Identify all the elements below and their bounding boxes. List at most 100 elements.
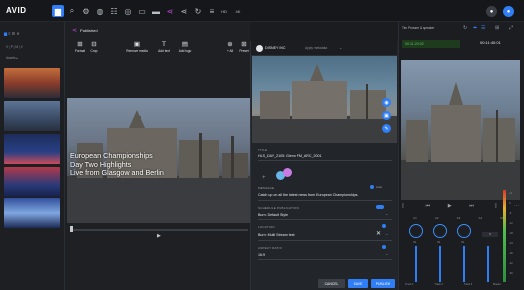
chevron-down-icon[interactable]: ⌄	[385, 211, 388, 216]
publish-field[interactable]: Burn: Default Style	[258, 213, 288, 217]
published-label: Published	[80, 27, 98, 33]
location-field[interactable]: Burn: Multi Stream test	[258, 233, 295, 237]
aspect-indicator	[382, 245, 386, 249]
apply-metadata-dropdown[interactable]: Apply metadata	[305, 46, 327, 50]
edit-icon[interactable]: ✎	[382, 124, 391, 133]
search-icon[interactable]: ⌕	[66, 5, 78, 17]
subfolder-link[interactable]: Assets ▸	[6, 56, 18, 60]
fader-master[interactable]	[487, 246, 489, 282]
step-forward-icon[interactable]: ⏭	[469, 203, 474, 211]
message-field[interactable]: Catch up on all the latest news from Eur…	[258, 193, 388, 197]
location-indicator	[382, 224, 386, 228]
globe-icon[interactable]: ◍	[94, 5, 106, 17]
avatar[interactable]: ●	[503, 6, 514, 17]
sync-icon[interactable]: ↻	[463, 25, 467, 31]
thumbnail-3[interactable]	[4, 134, 60, 164]
sliders-icon[interactable]: ☷	[108, 5, 120, 17]
location-label: LOCATION	[258, 225, 275, 229]
thumbnail-4[interactable]	[4, 167, 60, 197]
play-icon[interactable]: ▶	[157, 233, 161, 239]
channel-a3: A3	[456, 216, 461, 220]
refresh-icon[interactable]: ↻	[192, 5, 204, 17]
pan-knob-1[interactable]	[409, 224, 423, 238]
folder-icon[interactable]: ▆	[52, 5, 64, 17]
share-icon: ⋖	[72, 27, 78, 34]
overlay-line-3: Live from Glasgow and Berlin	[70, 168, 164, 178]
social-avatar-2[interactable]	[283, 168, 292, 177]
folder-icon[interactable]: ▆	[4, 31, 7, 36]
notification-icon[interactable]: ●	[486, 6, 497, 17]
knob-label-3: IN	[461, 240, 464, 244]
title-underline	[258, 160, 392, 161]
pan-knob-3[interactable]	[457, 224, 471, 238]
transport-controls: ⎸ ⏮ ▶ ⏭ ⎹ ⋯	[403, 203, 519, 211]
settings-icon[interactable]: ⚙	[80, 5, 92, 17]
add-logo-tool[interactable]: ▤ Add logo	[171, 41, 199, 53]
timeline-scrubber[interactable]	[70, 229, 248, 231]
share-icon[interactable]: ⋖	[164, 5, 176, 17]
4k-label[interactable]: 4K	[232, 5, 244, 17]
mark-out-icon[interactable]: ⎹	[491, 203, 496, 211]
play-icon[interactable]: ▶	[448, 203, 452, 211]
source-monitor[interactable]	[401, 60, 520, 200]
badge-icon[interactable]: ◎	[122, 5, 134, 17]
source-label[interactable]: Tim Prosser & speaker	[402, 26, 434, 30]
image-icon[interactable]: ▣	[382, 111, 391, 120]
list-icon[interactable]: ≡ ☰ ✕	[8, 31, 20, 36]
camera-icon[interactable]: ◉	[382, 98, 391, 107]
grid-icon[interactable]: ⊞	[495, 25, 499, 31]
top-toolbar	[0, 0, 524, 22]
fullscreen-icon[interactable]: ⤢	[509, 25, 513, 31]
video-overlay-text: European Championships Day Two Highlight…	[70, 151, 164, 178]
mark-in-icon[interactable]: ⎸	[403, 203, 408, 211]
hd-label[interactable]: HD	[218, 5, 230, 17]
breadcrumb[interactable]: V | P | M | X	[6, 45, 23, 49]
add-icon[interactable]: +	[262, 175, 266, 181]
chevron-down-icon[interactable]: ⌄	[385, 231, 388, 236]
aspect-field[interactable]: 16:9	[258, 253, 265, 257]
clear-icon[interactable]: ✕	[376, 230, 381, 237]
avid-logo: AVID	[6, 6, 27, 15]
save-button[interactable]: SAVE	[348, 279, 368, 288]
timecode-left: 00:11:20:02	[402, 40, 460, 48]
crop-tool[interactable]: ⊟ Crop	[80, 41, 108, 53]
header-user: DISNEY INC	[265, 46, 286, 50]
chevron-down-icon[interactable]: ⌄	[339, 45, 342, 50]
auto-label: Auto	[376, 185, 383, 189]
knob-label-2: IN	[437, 240, 440, 244]
channel-a2: A2	[434, 216, 439, 220]
mix-selector[interactable]: ▾	[482, 232, 498, 237]
level-meter	[503, 190, 506, 282]
channel-a1: A1	[413, 216, 417, 220]
aspect-underline	[258, 259, 392, 260]
title-field[interactable]: HLS_DAY_2105: Glenn FM_ARC_2001	[258, 154, 321, 158]
remove-media-tool[interactable]: ▣ Remove media	[123, 41, 151, 53]
fader-track-1[interactable]	[415, 246, 417, 282]
timecode-right: 00:11:40:01	[480, 40, 501, 45]
fader-labels: Track 1 Track 2 Track 3 Master	[405, 283, 501, 286]
split-icon[interactable]: ≡	[206, 5, 218, 17]
source-video-frame	[401, 82, 520, 200]
pan-knob-2[interactable]	[433, 224, 447, 238]
cancel-button[interactable]: CANCEL	[318, 279, 345, 288]
message-label: MESSAGE	[258, 186, 275, 190]
toggle-icon[interactable]: ⬌	[473, 25, 477, 31]
fader-track-3[interactable]	[463, 246, 465, 282]
source-selector[interactable]: Tim Prosser & speaker	[402, 26, 492, 34]
share-out-icon[interactable]: ⋖	[178, 5, 190, 17]
user-avatar-icon	[256, 45, 263, 52]
layout-icon[interactable]: ☰	[481, 25, 485, 31]
thumbnail-1[interactable]	[4, 68, 60, 98]
fader-track-2[interactable]	[439, 246, 441, 282]
thumbnail-2[interactable]	[4, 101, 60, 131]
thumbnail-5[interactable]	[4, 198, 60, 228]
step-back-icon[interactable]: ⏮	[426, 203, 431, 211]
knob-label-1: IN	[413, 240, 416, 244]
publish-toggle[interactable]	[376, 205, 384, 209]
auto-toggle[interactable]	[370, 185, 374, 189]
scrubber-handle[interactable]	[70, 226, 73, 232]
video-icon[interactable]: ▬	[150, 5, 162, 17]
monitor-icon[interactable]: ▭	[136, 5, 148, 17]
publish-button[interactable]: PUBLISH	[371, 279, 395, 288]
chevron-down-icon[interactable]: ⌄	[385, 251, 388, 256]
